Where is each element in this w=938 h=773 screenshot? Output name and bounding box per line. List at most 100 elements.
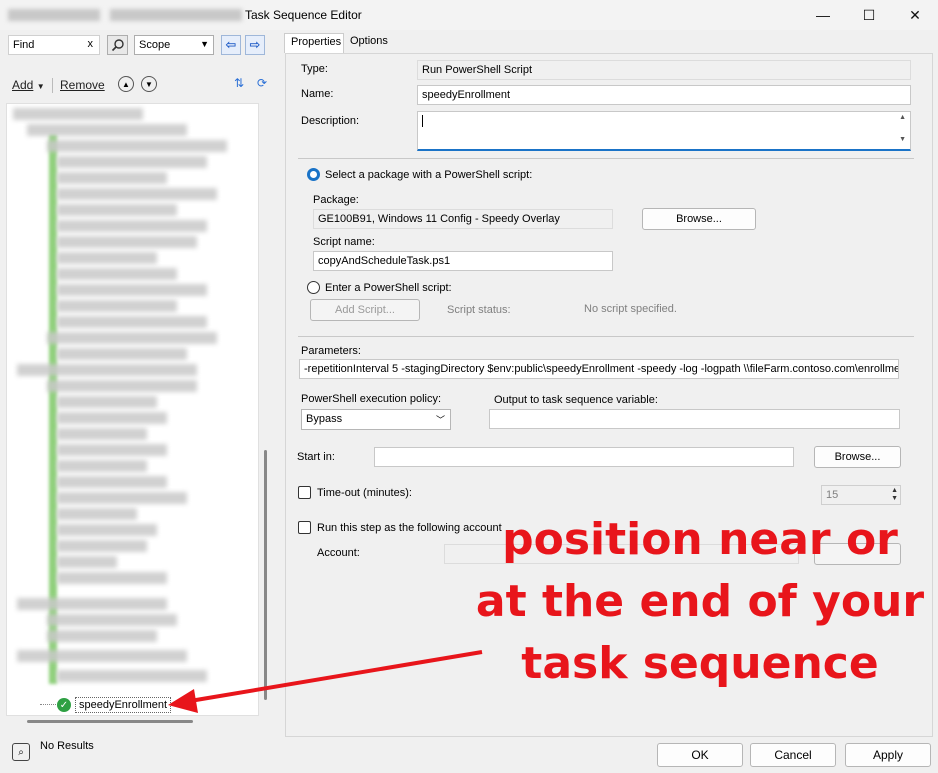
remove-label: Remove: [60, 78, 105, 92]
select-package-label: Select a package with a PowerShell scrip…: [325, 169, 533, 181]
spin-down-icon[interactable]: ▼: [891, 495, 898, 502]
timeout-checkbox[interactable]: [298, 486, 311, 499]
blurred-row: [57, 524, 157, 536]
tab-properties[interactable]: Properties: [284, 33, 344, 53]
tree-connector: [40, 704, 56, 705]
tab-options[interactable]: Options: [344, 33, 394, 53]
blurred-row: [57, 572, 167, 584]
apply-button[interactable]: Apply: [845, 743, 931, 767]
blurred-row: [57, 444, 167, 456]
ok-button[interactable]: OK: [657, 743, 743, 767]
package-field: GE100B91, Windows 11 Config - Speedy Ove…: [313, 209, 613, 229]
blurred-row: [47, 140, 227, 152]
enter-script-radio[interactable]: [307, 281, 320, 294]
tree-vertical-scrollbar[interactable]: [264, 450, 267, 700]
spin-up-icon[interactable]: ▲: [891, 487, 898, 494]
blurred-row: [57, 492, 187, 504]
blurred-row: [57, 476, 167, 488]
sort-icon[interactable]: ⇅: [234, 76, 250, 92]
remove-button[interactable]: Remove: [60, 78, 105, 92]
tree-item-label: speedyEnrollment: [75, 697, 172, 713]
blurred-row: [57, 460, 147, 472]
start-in-input[interactable]: [374, 447, 794, 467]
title-blurred-text: [110, 9, 242, 21]
arrow-right-icon: ⇨: [249, 37, 261, 52]
description-input[interactable]: ▲ ▼: [417, 111, 911, 151]
policy-dropdown[interactable]: Bypass ﹀: [301, 409, 451, 430]
move-up-button[interactable]: ▲: [118, 76, 134, 92]
find-input[interactable]: Find x: [8, 35, 100, 55]
blurred-row: [57, 396, 157, 408]
output-variable-label: Output to task sequence variable:: [494, 394, 658, 406]
next-result-button[interactable]: ⇨: [245, 35, 265, 55]
select-package-radio[interactable]: [307, 168, 320, 181]
tree-horizontal-scrollbar[interactable]: [27, 720, 193, 723]
blurred-row: [57, 348, 187, 360]
blurred-row: [57, 236, 197, 248]
start-in-label: Start in:: [297, 451, 335, 463]
move-down-icon: ▼: [145, 79, 153, 89]
add-menu-button[interactable]: Add ▼: [12, 78, 45, 92]
blurred-row: [47, 630, 157, 642]
name-input[interactable]: speedyEnrollment: [417, 85, 911, 105]
scope-dropdown[interactable]: Scope ▼: [134, 35, 214, 55]
package-label: Package:: [313, 194, 359, 206]
task-sequence-tree[interactable]: ✓ speedyEnrollment: [6, 103, 259, 716]
blurred-row: [57, 556, 117, 568]
scroll-down-icon[interactable]: ▼: [899, 136, 906, 143]
script-name-label: Script name:: [313, 236, 375, 248]
tree-toolbar: Add ▼ Remove ▲ ▼ ⇅ ⟳: [0, 72, 282, 100]
account-label: Account:: [317, 547, 360, 559]
close-button[interactable]: ✕: [892, 0, 938, 30]
blurred-row: [57, 428, 147, 440]
window-title: Task Sequence Editor: [245, 8, 362, 22]
search-button[interactable]: [107, 35, 128, 55]
blurred-row: [57, 540, 147, 552]
browse-start-in-button[interactable]: Browse...: [814, 446, 901, 468]
blurred-row: [57, 156, 207, 168]
text-cursor: [422, 115, 423, 127]
clear-find-button[interactable]: x: [88, 38, 94, 50]
maximize-button[interactable]: ☐: [846, 0, 892, 30]
blurred-row: [17, 598, 167, 610]
blurred-row: [57, 284, 207, 296]
title-blurred-text: [8, 9, 100, 21]
parameters-input[interactable]: -repetitionInterval 5 -stagingDirectory …: [299, 359, 899, 379]
description-label: Description:: [301, 115, 360, 127]
policy-label: PowerShell execution policy:: [301, 393, 442, 405]
policy-value: Bypass: [306, 413, 343, 425]
blurred-row: [57, 252, 157, 264]
blurred-row: [57, 316, 207, 328]
arrow-left-icon: ⇦: [225, 37, 237, 52]
script-name-input[interactable]: copyAndScheduleTask.ps1: [313, 251, 613, 271]
blurred-row: [57, 412, 167, 424]
move-down-button[interactable]: ▼: [141, 76, 157, 92]
add-script-button[interactable]: Add Script...: [310, 299, 420, 321]
minimize-button[interactable]: —: [800, 0, 846, 30]
annotation-line-3: task sequence: [521, 638, 879, 689]
runas-checkbox[interactable]: [298, 521, 311, 534]
blurred-row: [57, 220, 207, 232]
type-label: Type:: [301, 63, 328, 75]
name-label: Name:: [301, 88, 334, 100]
blurred-row: [57, 188, 217, 200]
blurred-row: [17, 650, 187, 662]
tree-item-speedyenrollment[interactable]: ✓ speedyEnrollment: [57, 696, 172, 714]
cancel-button[interactable]: Cancel: [750, 743, 836, 767]
browse-package-button[interactable]: Browse...: [642, 208, 756, 230]
blurred-row: [57, 300, 177, 312]
properties-panel: Type: Run PowerShell Script Name: speedy…: [285, 53, 933, 737]
chevron-down-icon: ▼: [200, 39, 209, 49]
move-up-icon: ▲: [122, 79, 130, 89]
scroll-up-icon[interactable]: ▲: [899, 114, 906, 121]
timeout-spinner[interactable]: 15 ▲ ▼: [821, 485, 901, 505]
chevron-down-icon: ﹀: [435, 415, 445, 425]
title-bar: Task Sequence Editor — ☐ ✕: [0, 0, 938, 30]
previous-result-button[interactable]: ⇦: [221, 35, 241, 55]
output-variable-input[interactable]: [489, 409, 900, 429]
refresh-icon[interactable]: ⟳: [257, 76, 273, 92]
find-input-text: Find: [13, 39, 35, 51]
parameters-label: Parameters:: [301, 345, 361, 357]
toolbar-divider: [52, 78, 53, 93]
blurred-row: [57, 268, 177, 280]
